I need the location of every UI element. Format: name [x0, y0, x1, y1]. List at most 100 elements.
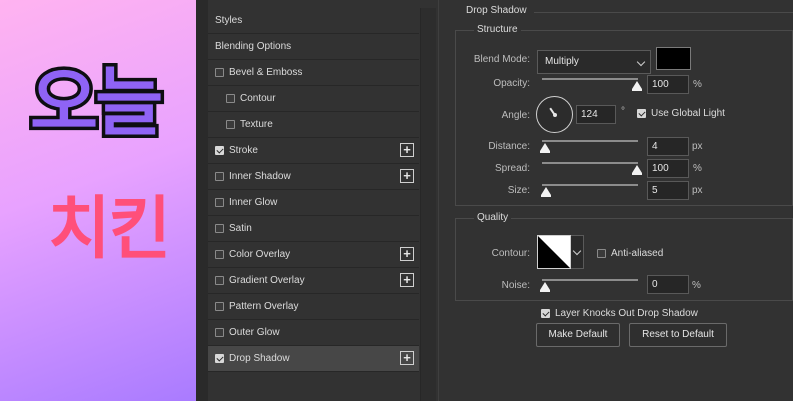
distance-label: Distance:	[488, 141, 530, 152]
layer-knocks-out-toggle[interactable]: Layer Knocks Out Drop Shadow	[541, 308, 698, 319]
spread-label: Spread:	[494, 163, 530, 174]
distance-slider-track[interactable]	[542, 140, 638, 142]
inner-glow-checkbox[interactable]	[215, 198, 224, 207]
add-stroke-icon[interactable]: +	[400, 143, 414, 157]
preview-text-line1: 오늘	[26, 60, 166, 146]
satin-checkbox[interactable]	[215, 224, 224, 233]
color-overlay-label: Color Overlay	[229, 249, 291, 260]
size-slider-track[interactable]	[542, 184, 638, 186]
gradient-overlay-item[interactable]: Gradient Overlay +	[208, 268, 419, 294]
use-global-light-label: Use Global Light	[651, 108, 725, 119]
angle-unit: °	[621, 106, 625, 117]
inner-glow-label: Inner Glow	[229, 197, 278, 208]
angle-label: Angle:	[501, 110, 530, 121]
add-inner-shadow-icon[interactable]: +	[400, 169, 414, 183]
noise-slider-track[interactable]	[542, 279, 638, 281]
inner-glow-item[interactable]: Inner Glow	[208, 190, 419, 216]
texture-item[interactable]: Texture	[208, 112, 419, 138]
pattern-overlay-item[interactable]: Pattern Overlay	[208, 294, 419, 320]
structure-label: Structure	[474, 24, 521, 35]
gradient-overlay-checkbox[interactable]	[215, 276, 224, 285]
layer-knocks-out-label: Layer Knocks Out Drop Shadow	[555, 308, 698, 319]
size-unit: px	[692, 185, 703, 196]
pattern-overlay-checkbox[interactable]	[215, 302, 224, 311]
pattern-overlay-label: Pattern Overlay	[229, 301, 299, 312]
contour-preview[interactable]	[537, 235, 571, 269]
shadow-color-swatch[interactable]	[656, 47, 691, 70]
bevel-emboss-label: Bevel & Emboss	[229, 67, 303, 78]
drop-shadow-item[interactable]: Drop Shadow +	[208, 346, 419, 372]
stroke-item[interactable]: Stroke +	[208, 138, 419, 164]
add-gradient-overlay-icon[interactable]: +	[400, 273, 414, 287]
spread-slider-knob[interactable]	[632, 165, 642, 175]
add-color-overlay-icon[interactable]: +	[400, 247, 414, 261]
contour-picker-button[interactable]	[571, 235, 584, 269]
styles-label: Styles	[215, 15, 243, 26]
panel-title: Drop Shadow	[466, 5, 527, 16]
outer-glow-item[interactable]: Outer Glow	[208, 320, 419, 346]
contour-checkbox[interactable]	[226, 94, 235, 103]
inner-shadow-label: Inner Shadow	[229, 171, 291, 182]
panel-divider	[438, 0, 439, 401]
title-rule	[534, 12, 793, 13]
spread-input[interactable]: 100	[647, 159, 689, 178]
add-drop-shadow-icon[interactable]: +	[400, 351, 414, 365]
blend-mode-value: Multiply	[545, 56, 579, 67]
inner-shadow-checkbox[interactable]	[215, 172, 224, 181]
outer-glow-label: Outer Glow	[229, 327, 280, 338]
noise-slider-knob[interactable]	[540, 282, 550, 292]
angle-dial[interactable]	[536, 96, 573, 133]
styles-list-scrollbar[interactable]	[420, 8, 436, 401]
use-global-light-checkbox[interactable]	[637, 109, 646, 118]
satin-item[interactable]: Satin	[208, 216, 419, 242]
spread-unit: %	[693, 163, 702, 174]
contour-item[interactable]: Contour	[208, 86, 419, 112]
blending-options-item[interactable]: Blending Options	[208, 34, 419, 60]
make-default-button[interactable]: Make Default	[536, 323, 620, 347]
styles-header[interactable]: Styles	[208, 8, 419, 34]
bevel-emboss-item[interactable]: Bevel & Emboss	[208, 60, 419, 86]
drop-shadow-label: Drop Shadow	[229, 353, 290, 364]
stroke-label: Stroke	[229, 145, 258, 156]
bevel-emboss-checkbox[interactable]	[215, 68, 224, 77]
contour-label: Contour	[240, 93, 276, 104]
distance-unit: px	[692, 141, 703, 152]
opacity-unit: %	[693, 79, 702, 90]
opacity-input[interactable]: 100	[647, 75, 689, 94]
canvas-preview: 오늘 치킨	[0, 0, 196, 401]
color-overlay-checkbox[interactable]	[215, 250, 224, 259]
size-label: Size:	[507, 185, 530, 196]
blend-mode-select[interactable]: Multiply	[537, 50, 651, 74]
layer-styles-list: Styles Blending Options Bevel & Emboss C…	[208, 8, 419, 372]
anti-aliased-checkbox[interactable]	[597, 249, 606, 258]
stroke-checkbox[interactable]	[215, 146, 224, 155]
gradient-overlay-label: Gradient Overlay	[229, 275, 305, 286]
anti-aliased-label: Anti-aliased	[611, 248, 664, 259]
angle-input[interactable]: 124	[576, 105, 616, 124]
opacity-slider-knob[interactable]	[632, 81, 642, 91]
distance-input[interactable]: 4	[647, 137, 689, 156]
texture-checkbox[interactable]	[226, 120, 235, 129]
color-overlay-item[interactable]: Color Overlay +	[208, 242, 419, 268]
use-global-light-toggle[interactable]: Use Global Light	[637, 108, 725, 119]
preview-text-line2: 치킨	[48, 190, 171, 269]
contour-field-label: Contour:	[491, 248, 530, 259]
spread-slider-track[interactable]	[542, 162, 638, 164]
drop-shadow-checkbox[interactable]	[215, 354, 224, 363]
outer-glow-checkbox[interactable]	[215, 328, 224, 337]
size-input[interactable]: 5	[647, 181, 689, 200]
reset-to-default-button[interactable]: Reset to Default	[629, 323, 727, 347]
anti-aliased-toggle[interactable]: Anti-aliased	[597, 248, 663, 259]
opacity-label: Opacity:	[493, 78, 530, 89]
chevron-down-icon	[572, 246, 582, 256]
layer-knocks-out-checkbox[interactable]	[541, 309, 550, 318]
texture-label: Texture	[240, 119, 273, 130]
inner-shadow-item[interactable]: Inner Shadow +	[208, 164, 419, 190]
noise-unit: %	[692, 280, 701, 291]
blend-mode-label: Blend Mode:	[473, 54, 530, 65]
size-slider-knob[interactable]	[541, 187, 551, 197]
noise-input[interactable]: 0	[647, 275, 689, 294]
distance-slider-knob[interactable]	[540, 143, 550, 153]
satin-label: Satin	[229, 223, 252, 234]
opacity-slider-track[interactable]	[542, 78, 638, 80]
